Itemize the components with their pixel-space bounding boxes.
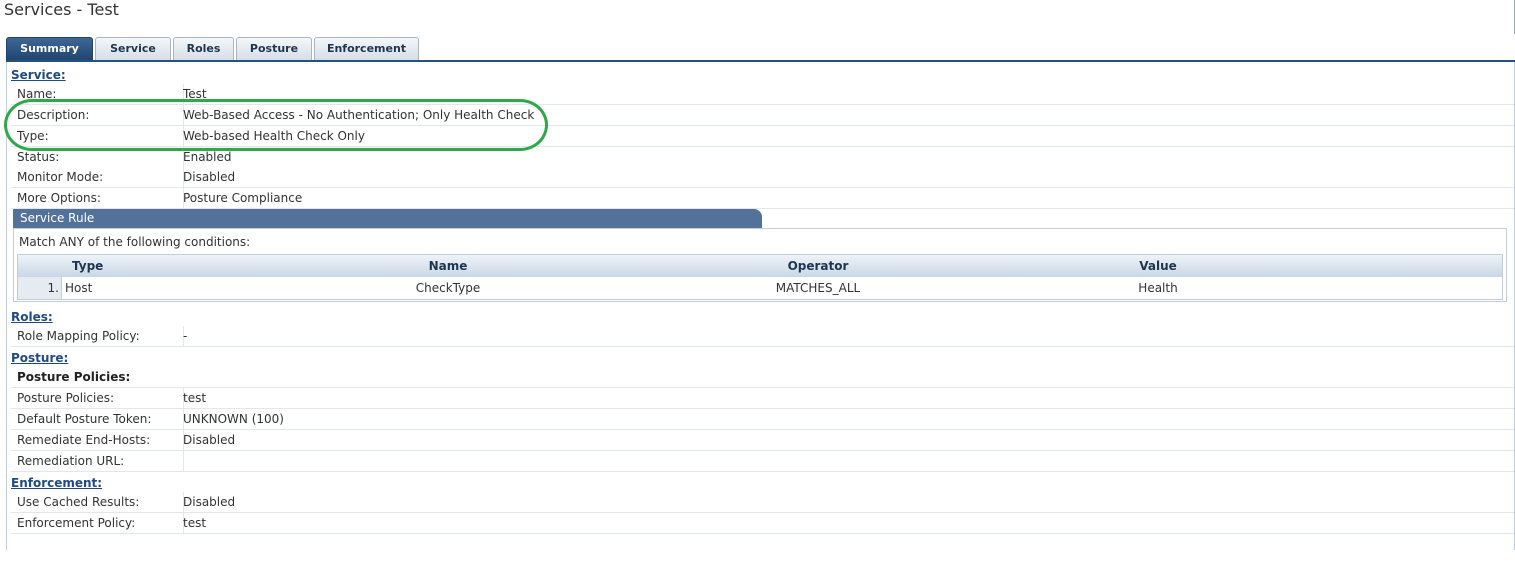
section-heading-service[interactable]: Service: — [11, 67, 66, 83]
row-key: Posture Policies: — [11, 388, 184, 408]
row-posture-policies: Posture Policies: test — [11, 388, 1514, 409]
cell-type: Host — [65, 281, 93, 295]
row-use-cached-results: Use Cached Results: Disabled — [11, 492, 1514, 513]
service-rule-panel: Match ANY of the following conditions: T… — [13, 228, 1507, 302]
row-value: Disabled — [183, 433, 236, 447]
row-key: Name: — [11, 84, 184, 104]
tab-roles[interactable]: Roles — [173, 37, 234, 60]
row-value: Enabled — [183, 150, 232, 164]
row-key: Use Cached Results: — [11, 492, 184, 512]
row-key: Description: — [11, 105, 184, 125]
row-number: 1. — [18, 277, 62, 299]
column-header-type: Type — [72, 259, 104, 273]
row-value: test — [183, 391, 207, 405]
row-key: Default Posture Token: — [11, 409, 184, 429]
cell-operator: MATCHES_ALL — [775, 281, 861, 295]
row-type: Type: Web-based Health Check Only — [11, 126, 1514, 147]
row-more-options: More Options: Posture Compliance — [11, 188, 1514, 209]
row-value: UNKNOWN (100) — [183, 412, 284, 426]
section-heading-enforcement[interactable]: Enforcement: — [11, 475, 102, 491]
row-description: Description: Web-Based Access - No Authe… — [11, 105, 1514, 126]
column-header-value: Value — [1139, 259, 1177, 273]
service-rule-caption: Match ANY of the following conditions: — [19, 235, 251, 249]
column-header-name: Name — [428, 259, 468, 273]
row-key: More Options: — [11, 188, 184, 208]
row-posture-subheading: Posture Policies: — [11, 367, 1514, 388]
row-value: test — [183, 516, 207, 530]
row-value: Disabled — [183, 170, 236, 184]
row-key: Status: — [11, 147, 184, 167]
row-value: Web-based Health Check Only — [183, 129, 365, 143]
row-key: Remediation URL: — [11, 451, 184, 471]
row-status: Status: Enabled — [11, 147, 1514, 168]
tab-posture[interactable]: Posture — [236, 37, 312, 60]
row-name: Name: Test — [11, 84, 1514, 105]
row-value: Disabled — [183, 495, 236, 509]
row-key: Type: — [11, 126, 184, 146]
row-monitor-mode: Monitor Mode: Disabled — [11, 167, 1514, 188]
table-row[interactable]: 1. Host CheckType MATCHES_ALL Health — [18, 277, 1502, 299]
row-remediate-end-hosts: Remediate End-Hosts: Disabled — [11, 430, 1514, 451]
tab-enforcement[interactable]: Enforcement — [314, 37, 419, 60]
row-value: Web-Based Access - No Authentication; On… — [183, 108, 535, 122]
row-key: Monitor Mode: — [11, 167, 184, 187]
column-header-operator: Operator — [787, 259, 849, 273]
service-rule-table: Type Name Operator Value 1. Host CheckTy… — [17, 254, 1503, 300]
row-key: Enforcement Policy: — [11, 513, 184, 533]
cell-name: CheckType — [415, 281, 481, 295]
row-default-posture-token: Default Posture Token: UNKNOWN (100) — [11, 409, 1514, 430]
row-key: Role Mapping Policy: — [11, 326, 184, 346]
tab-bar: Summary Service Roles Posture Enforcemen… — [6, 37, 421, 61]
service-rule-header: Service Rule — [13, 209, 762, 228]
table-header-row: Type Name Operator Value — [18, 255, 1502, 277]
row-value: Test — [183, 87, 207, 101]
row-enforcement-policy: Enforcement Policy: test — [11, 513, 1514, 534]
row-role-mapping-policy: Role Mapping Policy: - — [11, 326, 1514, 347]
row-value: Posture Compliance — [183, 191, 303, 205]
section-heading-roles[interactable]: Roles: — [11, 309, 53, 325]
section-heading-posture[interactable]: Posture: — [11, 350, 68, 366]
tab-summary[interactable]: Summary — [6, 37, 93, 60]
row-key: Remediate End-Hosts: — [11, 430, 184, 450]
row-value: - — [183, 329, 188, 343]
page-title: Services - Test — [4, 0, 119, 19]
row-remediation-url: Remediation URL: — [11, 451, 1514, 472]
tab-service[interactable]: Service — [95, 37, 171, 60]
posture-subheading: Posture Policies: — [17, 370, 131, 384]
cell-value: Health — [1138, 281, 1178, 295]
